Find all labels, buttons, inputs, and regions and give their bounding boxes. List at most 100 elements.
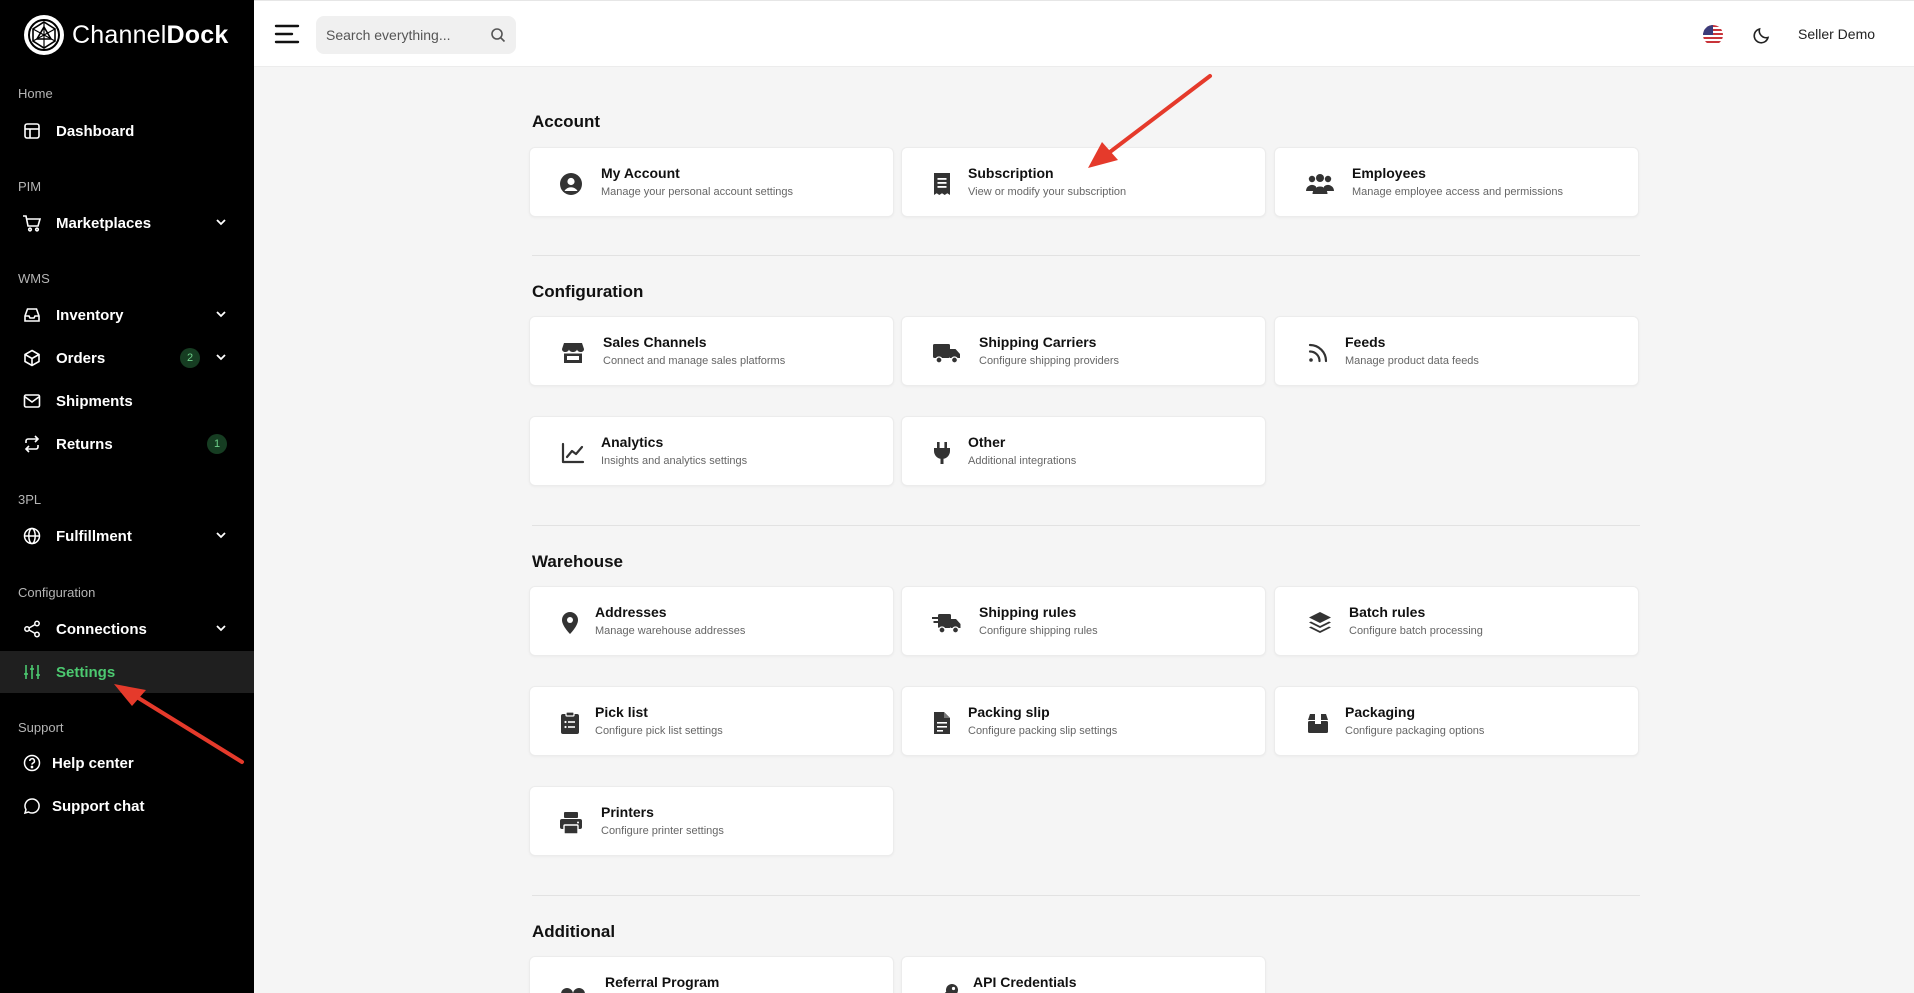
sidebar-item-settings[interactable]: Settings <box>0 651 254 693</box>
group-title-additional: Additional <box>532 922 616 941</box>
card-title: Shipping rules <box>979 604 1077 620</box>
card-title: Analytics <box>601 434 664 450</box>
card-description: Insights and analytics settings <box>601 455 748 467</box>
card-shipping-carriers[interactable]: Shipping Carriers Configure shipping pro… <box>901 316 1266 386</box>
card-pick-list[interactable]: Pick list Configure pick list settings <box>529 686 894 756</box>
card-my-account[interactable]: My Account Manage your personal account … <box>529 147 894 217</box>
sidebar-item-label: Connections <box>56 620 147 638</box>
file-text-icon <box>929 710 955 736</box>
card-referral-program[interactable]: Referral Program <box>529 956 894 993</box>
rss-icon <box>1305 340 1331 366</box>
card-description: Manage your personal account settings <box>601 186 794 198</box>
group-title-account: Account <box>532 112 600 131</box>
clipboard-list-icon <box>557 710 583 736</box>
card-title: API Credentials <box>973 974 1077 990</box>
user-menu[interactable]: Seller Demo <box>1798 26 1875 42</box>
card-employees[interactable]: Employees Manage employee access and per… <box>1274 147 1639 217</box>
group-title-warehouse: Warehouse <box>532 552 624 571</box>
brand-logo[interactable]: ChannelDock <box>24 14 228 56</box>
help-circle-icon <box>22 753 42 773</box>
sidebar-item-dashboard[interactable]: Dashboard <box>0 110 254 152</box>
repeat-icon <box>22 434 42 454</box>
card-other[interactable]: Other Additional integrations <box>901 416 1266 486</box>
section-label-support: Support <box>18 720 64 735</box>
cart-icon <box>22 213 42 233</box>
card-description: Manage employee access and permissions <box>1352 186 1563 198</box>
sidebar-item-label: Dashboard <box>56 122 135 140</box>
card-title: Sales Channels <box>603 334 707 350</box>
sidebar-item-support-chat[interactable]: Support chat <box>0 785 254 827</box>
sidebar-item-returns[interactable]: Returns 1 <box>0 423 254 465</box>
sidebar-item-marketplaces[interactable]: Marketplaces <box>0 202 254 244</box>
card-description: Additional integrations <box>968 455 1077 467</box>
card-sales-channels[interactable]: Sales Channels Connect and manage sales … <box>529 316 894 386</box>
card-description: Manage product data feeds <box>1345 355 1479 367</box>
receipt-icon <box>929 171 955 197</box>
us-flag-icon[interactable] <box>1703 25 1723 45</box>
card-packaging[interactable]: Packaging Configure packaging options <box>1274 686 1639 756</box>
inbox-icon <box>22 305 42 325</box>
chart-line-icon <box>560 440 586 466</box>
sidebar-item-label: Marketplaces <box>56 214 152 232</box>
orders-count-badge: 2 <box>180 348 200 368</box>
card-title: Pick list <box>595 704 648 720</box>
chevron-down-icon <box>216 354 226 361</box>
sidebar-item-help-center[interactable]: Help center <box>0 742 254 784</box>
chevron-down-icon <box>216 311 226 318</box>
group-title-configuration: Configuration <box>532 282 644 301</box>
card-title: Batch rules <box>1349 604 1426 620</box>
section-divider <box>532 525 1640 526</box>
card-description: Configure printer settings <box>601 825 724 837</box>
card-packing-slip[interactable]: Packing slip Configure packing slip sett… <box>901 686 1266 756</box>
brand-name: ChannelDock <box>72 20 229 49</box>
section-label-wms: WMS <box>18 271 50 286</box>
sidebar-item-orders[interactable]: Orders 2 <box>0 337 254 379</box>
sidebar-item-label: Orders <box>56 349 106 367</box>
card-api-credentials[interactable]: API Credentials <box>901 956 1266 993</box>
menu-toggle-icon[interactable] <box>274 23 300 45</box>
search-input[interactable] <box>326 27 486 43</box>
section-label-home: Home <box>18 86 53 101</box>
card-feeds[interactable]: Feeds Manage product data feeds <box>1274 316 1639 386</box>
card-description: Manage warehouse addresses <box>595 625 746 637</box>
card-addresses[interactable]: Addresses Manage warehouse addresses <box>529 586 894 656</box>
key-icon <box>936 980 962 993</box>
card-printers[interactable]: Printers Configure printer settings <box>529 786 894 856</box>
printer-icon <box>558 810 584 836</box>
card-title: Other <box>968 434 1006 450</box>
sidebar-item-connections[interactable]: Connections <box>0 608 254 650</box>
card-description: Configure packing slip settings <box>968 725 1118 737</box>
card-batch-rules[interactable]: Batch rules Configure batch processing <box>1274 586 1639 656</box>
sidebar: ChannelDock Home Dashboard PIM Marketpla… <box>0 0 254 993</box>
chevron-down-icon <box>216 532 226 539</box>
share-icon <box>22 619 42 639</box>
package-icon <box>22 348 42 368</box>
card-description: Configure shipping providers <box>979 355 1120 367</box>
card-title: Packaging <box>1345 704 1416 720</box>
sidebar-item-label: Returns <box>56 435 113 453</box>
channeldock-logo-icon <box>24 15 64 55</box>
card-subscription[interactable]: Subscription View or modify your subscri… <box>901 147 1266 217</box>
dashboard-icon <box>22 121 42 141</box>
search-icon[interactable] <box>490 27 506 43</box>
card-title: Addresses <box>595 604 667 620</box>
card-title: Printers <box>601 804 654 820</box>
chat-bubble-icon <box>22 796 42 816</box>
sidebar-item-fulfillment[interactable]: Fulfillment <box>0 515 254 557</box>
moon-icon[interactable] <box>1752 25 1772 45</box>
globe-icon <box>22 526 42 546</box>
sidebar-item-inventory[interactable]: Inventory <box>0 294 254 336</box>
section-label-pim: PIM <box>18 179 42 194</box>
card-description: View or modify your subscription <box>968 186 1127 198</box>
card-shipping-rules[interactable]: Shipping rules Configure shipping rules <box>901 586 1266 656</box>
referral-icon <box>558 980 588 993</box>
users-icon <box>1305 171 1335 197</box>
card-title: Subscription <box>968 165 1054 181</box>
layers-icon <box>1307 610 1333 636</box>
sidebar-item-label: Support chat <box>52 797 145 815</box>
card-analytics[interactable]: Analytics Insights and analytics setting… <box>529 416 894 486</box>
sidebar-item-label: Inventory <box>56 306 124 324</box>
sidebar-item-shipments[interactable]: Shipments <box>0 380 254 422</box>
sidebar-item-label: Settings <box>56 663 116 681</box>
user-circle-icon <box>558 171 584 197</box>
